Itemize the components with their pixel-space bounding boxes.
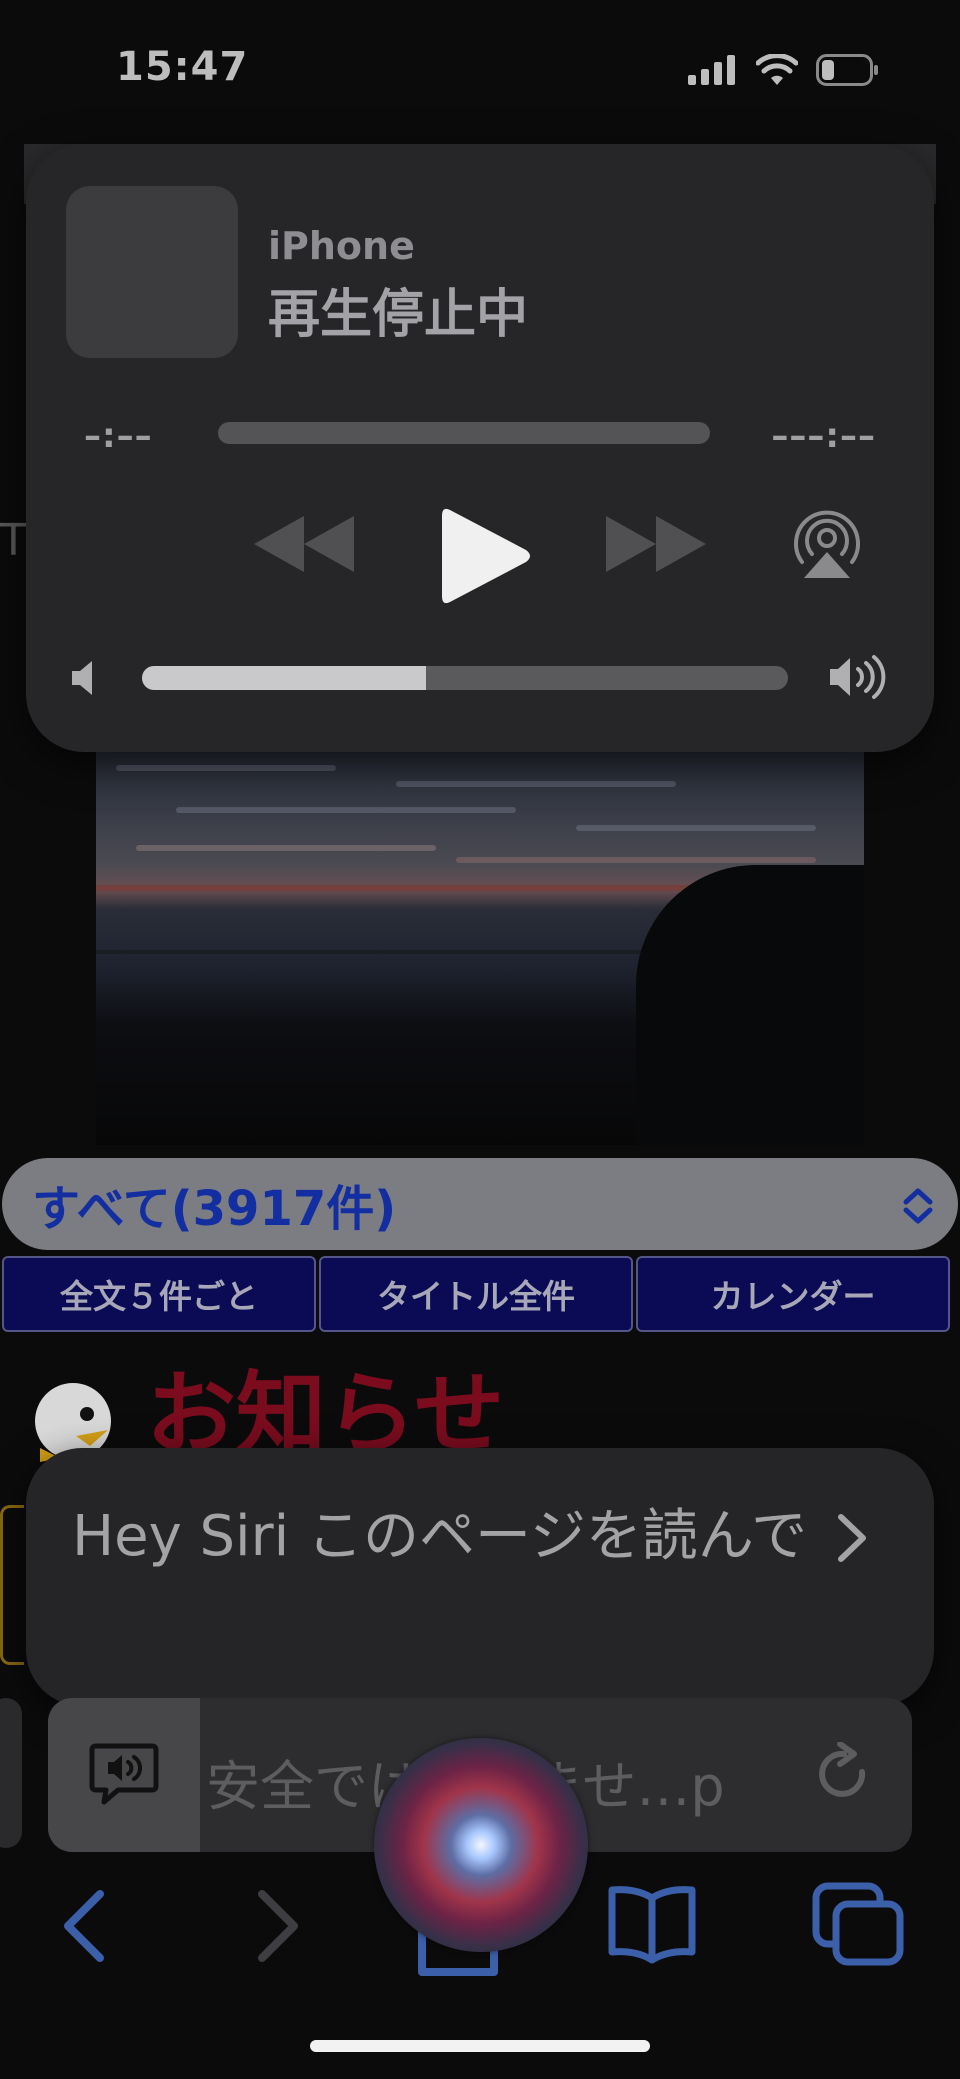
- rewind-icon[interactable]: [250, 512, 358, 576]
- speaker-high-icon: [830, 655, 886, 699]
- battery-icon: [816, 54, 878, 86]
- playback-scrubber[interactable]: [218, 422, 710, 444]
- album-artwork: [66, 186, 238, 358]
- wifi-icon: [756, 54, 798, 85]
- playback-state: 再生停止中: [268, 285, 529, 345]
- chevron-up-down-icon: [903, 1188, 933, 1224]
- playback-device: iPhone: [268, 224, 415, 268]
- now-playing-card: iPhone 再生停止中 –:–– –––:––: [26, 144, 934, 752]
- tabs-icon[interactable]: [812, 1882, 904, 1966]
- volume-slider[interactable]: [142, 666, 788, 690]
- notice-heading: お知らせ: [146, 1362, 505, 1450]
- chevron-right-icon: [837, 1514, 866, 1562]
- cellular-signal-icon: [688, 55, 735, 85]
- airplay-icon[interactable]: [792, 508, 862, 580]
- remaining-time: –––:––: [771, 416, 876, 456]
- status-time: 15:47: [116, 44, 249, 90]
- reload-icon[interactable]: [814, 1742, 874, 1806]
- siri-suggestion-text: Hey Siri このページを読んで: [72, 1498, 892, 1576]
- fast-forward-icon[interactable]: [602, 512, 710, 576]
- forward-chevron-icon[interactable]: [252, 1888, 304, 1964]
- listen-page-button[interactable]: [48, 1698, 200, 1852]
- siri-suggestion-label: Hey Siri このページを読んで: [72, 1504, 808, 1569]
- back-chevron-icon[interactable]: [58, 1888, 110, 1964]
- all-titles-button[interactable]: タイトル全件: [319, 1256, 633, 1332]
- play-icon[interactable]: [438, 504, 534, 608]
- sunset-photo: [96, 745, 864, 1145]
- elapsed-time: –:––: [84, 416, 153, 456]
- home-indicator[interactable]: [310, 2040, 650, 2052]
- notice-box-edge: [0, 1505, 24, 1665]
- siri-suggestion-card[interactable]: Hey Siri このページを読んで: [26, 1448, 934, 1706]
- volume-slider-fill: [142, 666, 427, 690]
- speaker-low-icon: [72, 661, 92, 695]
- previous-tab-edge: [0, 1698, 22, 1848]
- calendar-button[interactable]: カレンダー: [636, 1256, 950, 1332]
- status-icons: [688, 50, 880, 90]
- siri-orb: [374, 1738, 588, 1952]
- fulltext-five-button[interactable]: 全文５件ごと: [2, 1256, 316, 1332]
- filter-select[interactable]: すべて(3917件): [2, 1158, 958, 1250]
- listen-page-icon: [89, 1743, 159, 1805]
- book-icon[interactable]: [606, 1884, 698, 1964]
- filter-select-label: すべて(3917件): [32, 1181, 397, 1237]
- edge-text-fragment: T: [0, 515, 27, 566]
